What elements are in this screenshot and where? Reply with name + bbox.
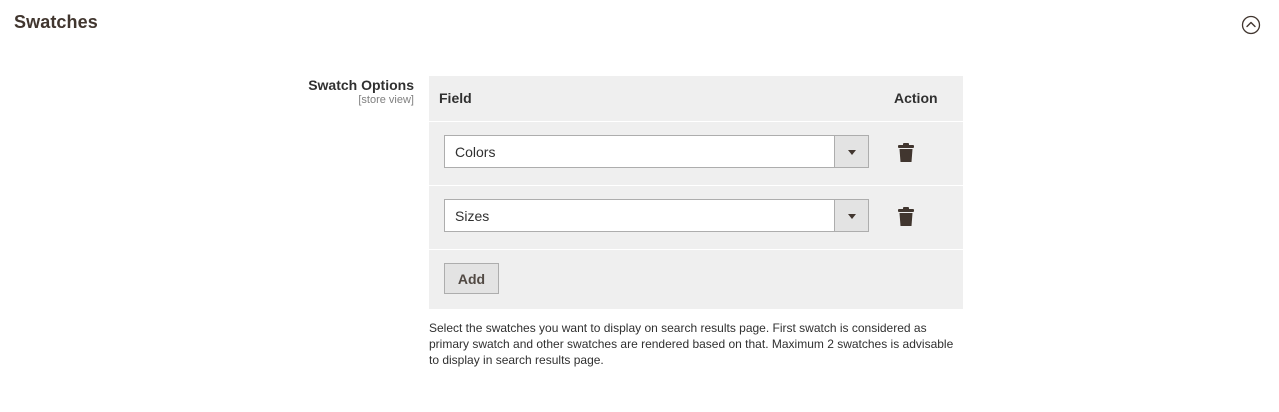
chevron-up-circle-icon[interactable] bbox=[1241, 15, 1261, 35]
swatch-select[interactable]: Colors bbox=[444, 135, 869, 168]
table-row: Colors bbox=[429, 122, 963, 186]
field-label: Swatch Options bbox=[308, 77, 414, 93]
dropdown-arrow-icon[interactable] bbox=[834, 136, 868, 167]
field-note: Select the swatches you want to display … bbox=[429, 321, 954, 367]
select-value: Colors bbox=[455, 144, 496, 160]
dropdown-arrow-icon[interactable] bbox=[834, 200, 868, 231]
column-header-field: Field bbox=[439, 90, 472, 106]
table-header: Field Action bbox=[429, 76, 963, 122]
add-button[interactable]: Add bbox=[444, 263, 499, 294]
section-title: Swatches bbox=[14, 12, 98, 32]
select-value: Sizes bbox=[455, 208, 490, 224]
field-scope: [store view] bbox=[358, 94, 414, 106]
section-header: Swatches bbox=[0, 0, 1279, 48]
add-row: Add bbox=[429, 250, 963, 309]
swatch-select[interactable]: Sizes bbox=[444, 199, 869, 232]
trash-icon[interactable] bbox=[898, 142, 914, 163]
table-row: Sizes bbox=[429, 186, 963, 250]
trash-icon[interactable] bbox=[898, 206, 914, 227]
swatch-options-table: Field Action Colors Sizes Add bbox=[429, 76, 963, 309]
column-header-action: Action bbox=[894, 90, 938, 106]
field-label-group: Swatch Options [store view] bbox=[200, 77, 414, 107]
